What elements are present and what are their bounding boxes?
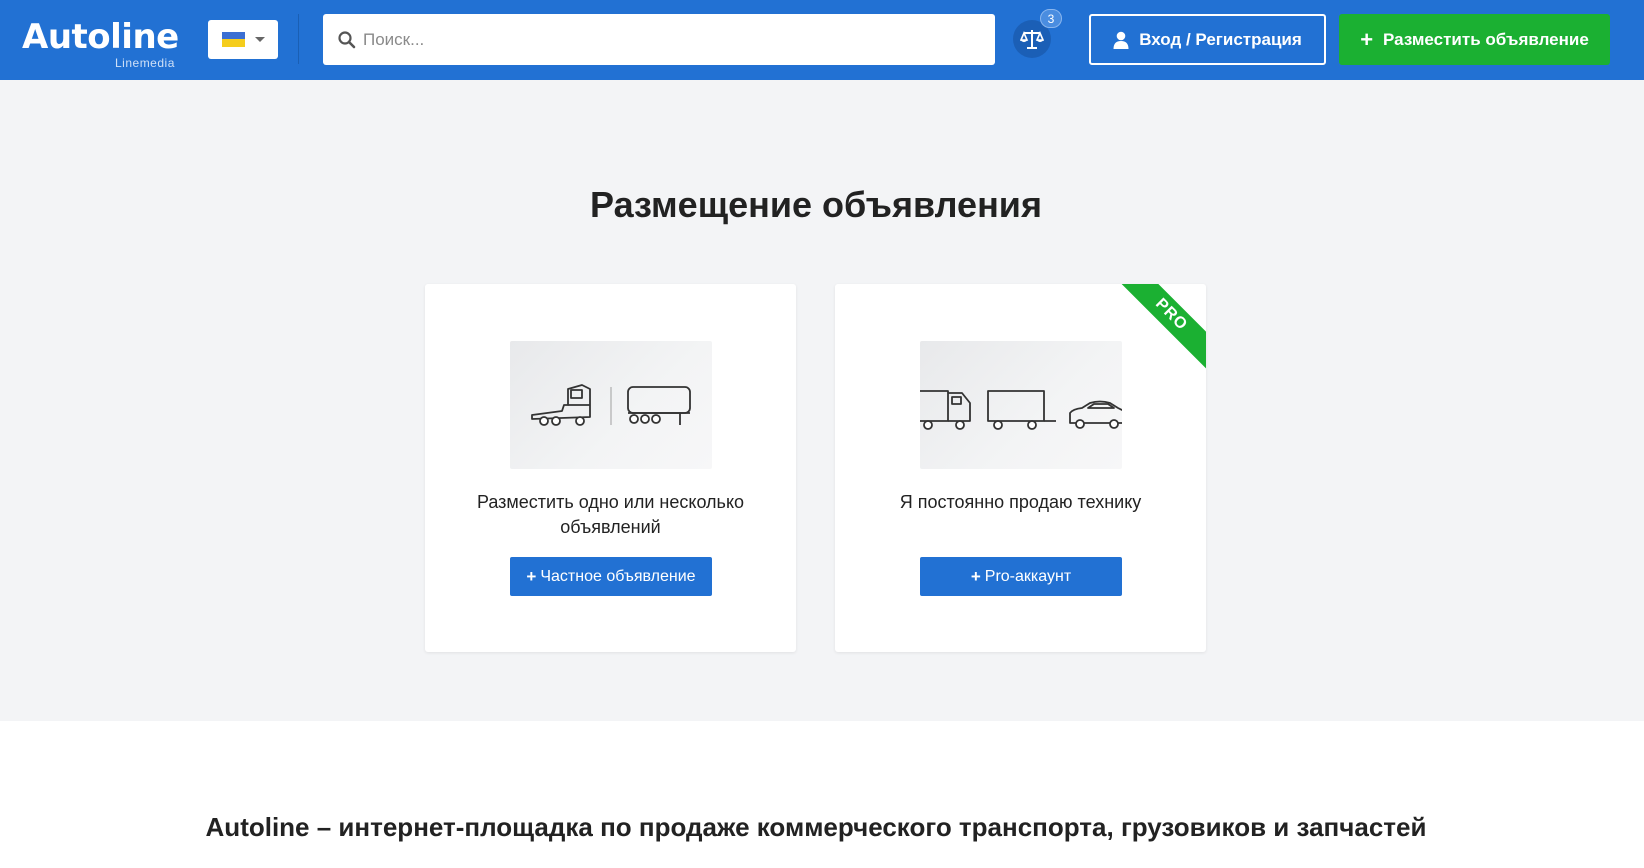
search-input[interactable] — [363, 14, 983, 65]
page-title: Размещение объявления — [590, 184, 1042, 225]
logo-text: Autoline — [22, 17, 179, 57]
pro-badge: PRO — [1115, 284, 1206, 371]
private-ad-button[interactable]: + Частное объявление — [510, 557, 712, 596]
compare-count-badge: 3 — [1040, 9, 1062, 28]
about-heading: Autoline – интернет-площадка по продаже … — [205, 812, 1427, 842]
private-ad-card: Разместить одно или несколько объявлений… — [425, 284, 796, 652]
header-divider — [298, 14, 299, 64]
login-register-button[interactable]: Вход / Регистрация — [1089, 14, 1326, 65]
login-register-label: Вход / Регистрация — [1139, 29, 1302, 49]
pro-account-description: Я постоянно продаю технику — [899, 492, 1142, 512]
plus-icon: + — [1360, 26, 1374, 52]
language-selector[interactable] — [208, 20, 278, 59]
search-box — [323, 14, 995, 65]
pro-account-button-label: Pro-аккаунт — [984, 567, 1072, 585]
pro-account-button[interactable]: + Pro-аккаунт — [920, 557, 1122, 596]
truck-trailer-car-icon — [920, 341, 1122, 469]
plus-icon: + — [526, 567, 537, 586]
scales-icon — [1020, 30, 1044, 49]
pro-account-card: PRO Я постоянно продаю технику + Pro-акк… — [835, 284, 1206, 652]
truck-tractor-and-trailer-icon — [510, 341, 712, 469]
post-ad-button[interactable]: + Разместить объявление — [1339, 14, 1610, 65]
post-ad-label: Разместить объявление — [1383, 29, 1589, 49]
logo-subtext: Linemedia — [115, 56, 175, 70]
plus-icon: + — [970, 567, 981, 586]
ukraine-flag-icon — [222, 32, 245, 47]
top-header: Autoline Linemedia 3 Вхо — [0, 0, 1644, 80]
chevron-down-icon — [255, 37, 265, 42]
search-icon — [338, 31, 356, 49]
private-ad-description: Разместить одно или несколько объявлений — [476, 492, 745, 537]
private-ad-button-label: Частное объявление — [540, 567, 696, 585]
user-icon — [1113, 31, 1129, 49]
autoline-logo[interactable]: Autoline Linemedia — [22, 17, 179, 70]
post-ad-section: Размещение объявления Разместить одно ил… — [0, 80, 1644, 721]
